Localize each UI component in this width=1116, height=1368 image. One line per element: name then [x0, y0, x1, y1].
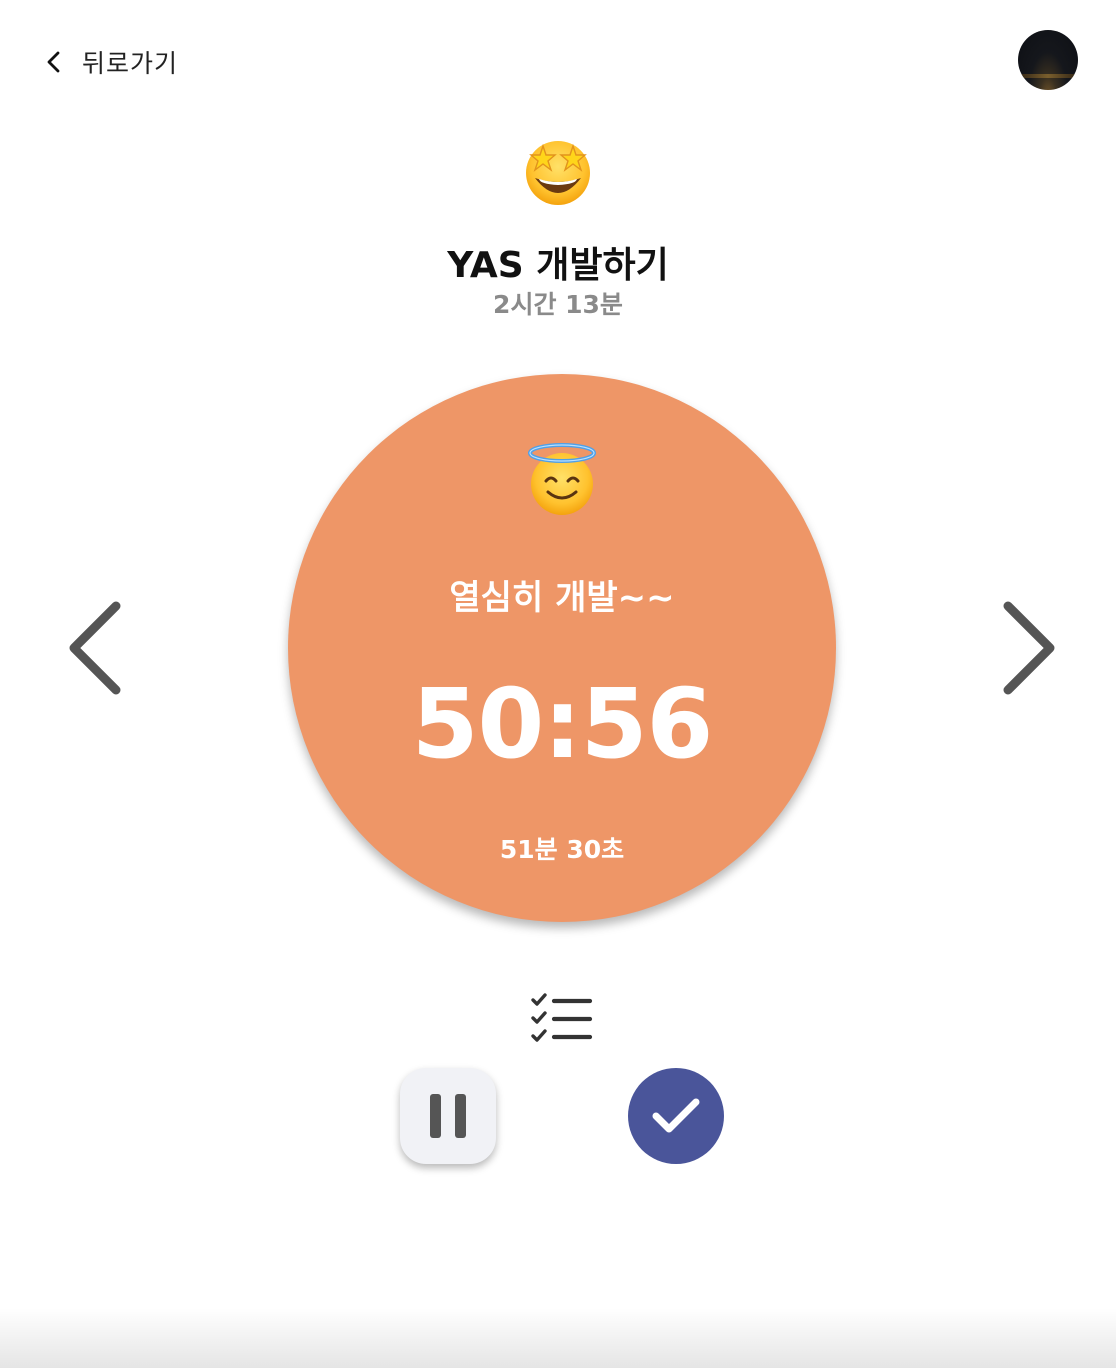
timer-countdown: 50:56	[411, 668, 714, 780]
next-task-button[interactable]	[1000, 598, 1060, 698]
complete-button[interactable]	[628, 1068, 724, 1164]
task-emoji	[0, 136, 1116, 206]
back-label: 뒤로가기	[82, 49, 179, 78]
task-title: YAS 개발하기	[447, 245, 669, 286]
checklist-icon	[531, 993, 593, 1042]
avatar[interactable]	[1018, 30, 1078, 90]
chevron-right-icon	[1003, 601, 1055, 695]
timer-label: 열심히 개발~~	[449, 578, 675, 618]
pause-icon	[430, 1094, 466, 1138]
checkmark-icon	[652, 1098, 700, 1133]
avatar-image	[1018, 74, 1078, 78]
star-struck-emoji-icon	[526, 141, 590, 205]
pause-button[interactable]	[400, 1068, 496, 1164]
timer-goal-duration: 51분 30초	[499, 835, 625, 864]
chevron-left-icon	[69, 601, 121, 695]
checklist-button[interactable]	[530, 992, 594, 1044]
timer-emoji	[288, 442, 836, 516]
task-total-duration: 2시간 13분	[493, 290, 623, 319]
chevron-left-icon	[47, 51, 60, 73]
timer-circle[interactable]: 열심히 개발~~ 50:56 51분 30초	[288, 374, 836, 922]
previous-task-button[interactable]	[64, 598, 124, 698]
timer-screen: 뒤로가기 YAS 개발하기 2시간 13분 열심히 개발~~ 50:56 51분…	[0, 0, 1116, 1368]
back-button[interactable]: 뒤로가기	[44, 40, 178, 84]
smiling-face-with-halo-emoji-icon	[528, 443, 596, 515]
bottom-shadow	[0, 1308, 1116, 1368]
